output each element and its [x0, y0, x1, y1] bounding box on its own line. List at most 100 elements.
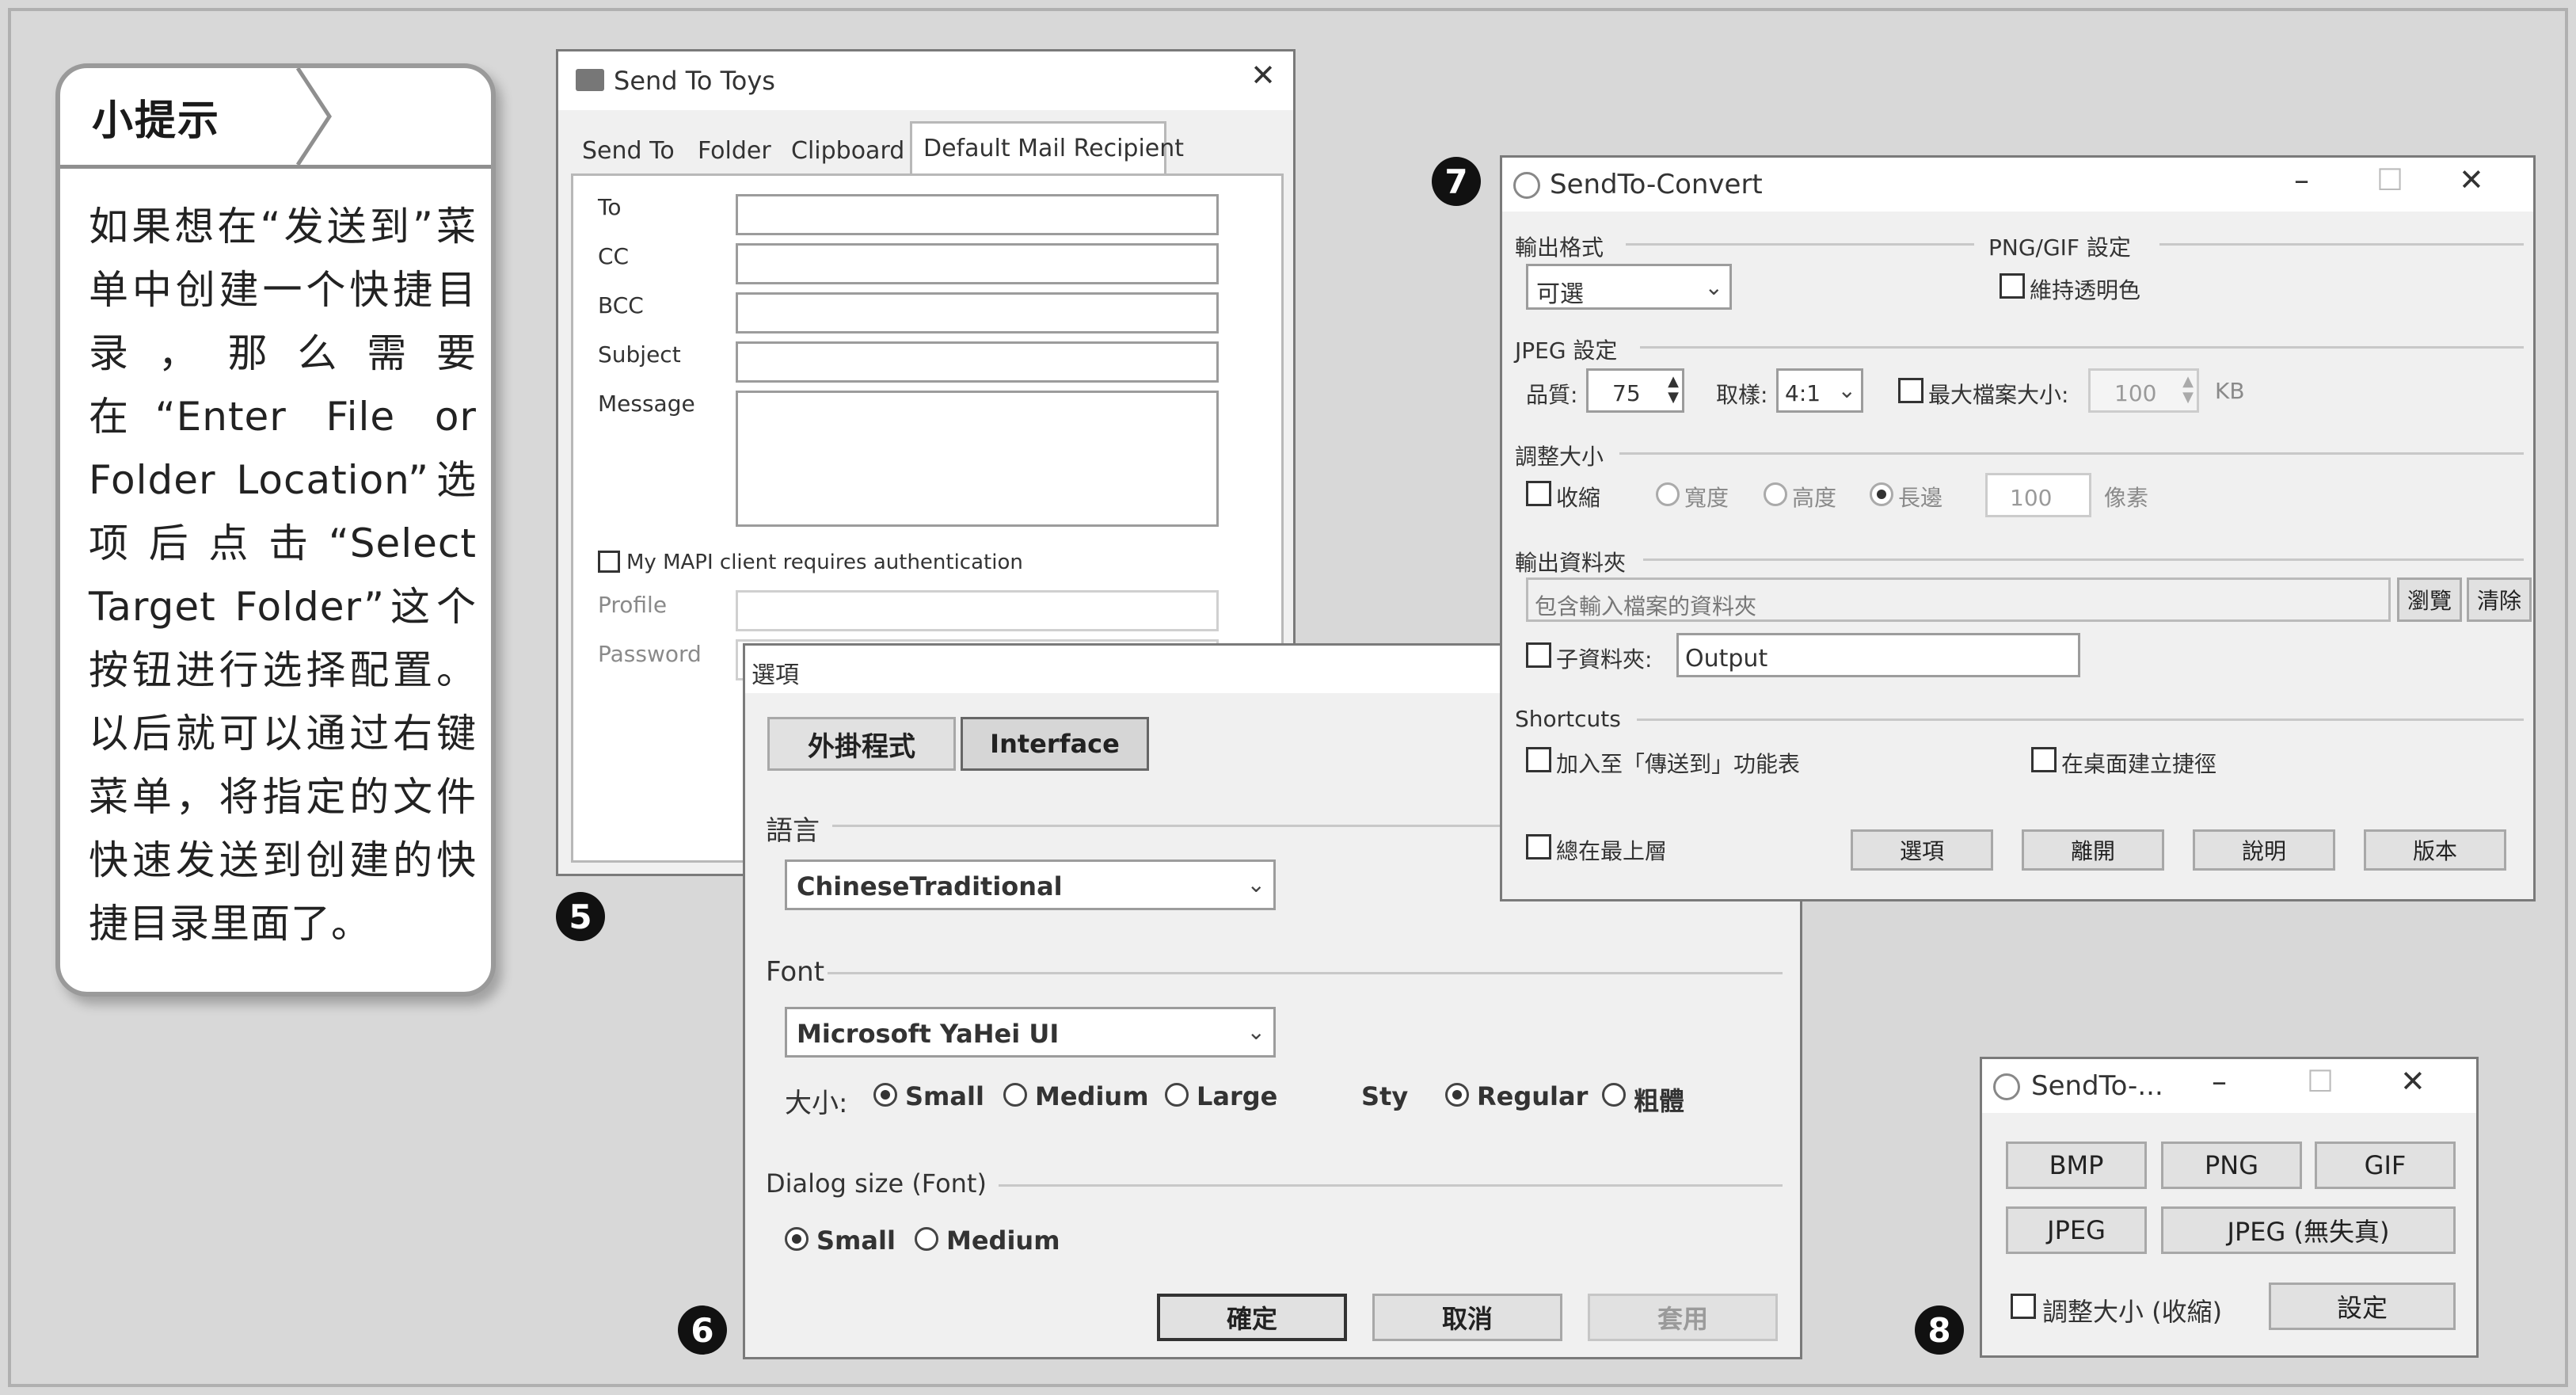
minimize-icon[interactable]: –: [2294, 162, 2309, 197]
stepper-arrows-icon[interactable]: ▲ ▼: [2182, 374, 2194, 406]
language-section-label: 語言: [766, 815, 820, 847]
cc-field[interactable]: [736, 243, 1219, 284]
always-on-top-label: 總在最上層: [1556, 838, 1668, 864]
style-bold-radio[interactable]: [1602, 1083, 1626, 1107]
window-title: SendTo-Convert: [1550, 169, 1763, 200]
resize-shrink-checkbox[interactable]: [2011, 1294, 2036, 1319]
png-button[interactable]: PNG: [2161, 1142, 2302, 1189]
subfolder-label: 子資料夾:: [1556, 646, 1653, 673]
quality-label: 品質:: [1526, 382, 1578, 408]
profile-field[interactable]: [736, 590, 1219, 631]
height-radio[interactable]: [1764, 482, 1787, 506]
resize-value: 100: [2010, 485, 2053, 511]
browse-button[interactable]: 瀏覽: [2397, 577, 2462, 622]
language-select[interactable]: ChineseTraditional ⌄: [785, 859, 1276, 910]
size-large-radio[interactable]: [1165, 1083, 1189, 1107]
clear-button[interactable]: 清除: [2467, 577, 2532, 622]
size-medium-radio[interactable]: [1003, 1083, 1027, 1107]
max-size-stepper[interactable]: 100 ▲ ▼: [2088, 368, 2199, 413]
mapi-auth-label: My MAPI client requires authentication: [626, 551, 1023, 574]
jpeg-button[interactable]: JPEG: [2006, 1206, 2147, 1254]
dialog-size-section-label: Dialog size (Font): [766, 1168, 987, 1199]
close-icon[interactable]: ✕: [2400, 1064, 2426, 1099]
tab-label: Default Mail Recipient: [923, 135, 1185, 162]
tip-title-chevron: [295, 68, 332, 165]
language-value: ChineseTraditional: [797, 871, 1063, 901]
message-label: Message: [598, 391, 695, 417]
dialog-small-radio[interactable]: [785, 1227, 809, 1251]
always-on-top-checkbox[interactable]: [1526, 834, 1551, 859]
longest-side-radio[interactable]: [1870, 482, 1893, 506]
bcc-field[interactable]: [736, 292, 1219, 334]
output-folder-field[interactable]: 包含輸入檔案的資料夾: [1526, 577, 2391, 622]
tip-body: 如果想在“发送到”菜单中创建一个快捷目录，那么需要在“Enter File or…: [89, 204, 477, 947]
resize-label: 調整大小: [1515, 444, 1604, 470]
jpeg-lossless-button[interactable]: JPEG (無失真): [2161, 1206, 2456, 1254]
font-divider: [828, 972, 1783, 974]
chevron-down-icon: ⌄: [1704, 274, 1723, 300]
dialog-medium-radio[interactable]: [915, 1227, 938, 1251]
help-button[interactable]: 說明: [2193, 829, 2335, 871]
cancel-label: 取消: [1441, 1304, 1493, 1334]
subject-field[interactable]: [736, 341, 1219, 383]
bmp-button[interactable]: BMP: [2006, 1142, 2147, 1189]
dialog-medium-label: Medium: [946, 1225, 1060, 1256]
mapi-auth-checkbox[interactable]: [598, 551, 620, 573]
tab-plugins[interactable]: 外掛程式: [767, 717, 956, 771]
marker-5: 5: [556, 892, 605, 941]
tab-strip: Send To Folder Clipboard Default Mail Re…: [571, 121, 1284, 175]
maximize-icon[interactable]: ☐: [2307, 1064, 2334, 1099]
version-button[interactable]: 版本: [2364, 829, 2506, 871]
width-radio[interactable]: [1656, 482, 1680, 506]
settings-button[interactable]: 設定: [2269, 1283, 2456, 1330]
ok-button[interactable]: 確定: [1157, 1294, 1347, 1341]
options-button[interactable]: 選項: [1851, 829, 1993, 871]
keep-transparent-checkbox[interactable]: [2000, 273, 2025, 299]
maximize-icon[interactable]: ☐: [2376, 162, 2403, 197]
app-icon: [1513, 172, 1540, 199]
title-bar: SendTo-Convert – ☐ ✕: [1502, 158, 2533, 212]
marker-7: 7: [1432, 157, 1481, 206]
cancel-button[interactable]: 取消: [1372, 1294, 1562, 1341]
app-icon: [576, 69, 604, 91]
tab-default-mail-recipient[interactable]: Default Mail Recipient: [910, 121, 1184, 175]
max-size-checkbox[interactable]: [1898, 378, 1923, 403]
tab-interface[interactable]: Interface: [961, 717, 1149, 771]
max-size-value: 100: [2114, 380, 2157, 406]
minimize-icon[interactable]: –: [2212, 1064, 2227, 1099]
longest-side-label: 長邊: [1898, 485, 1943, 511]
size-label: 大小:: [785, 1088, 848, 1119]
resize-value-field[interactable]: 100: [1985, 473, 2091, 517]
shrink-checkbox[interactable]: [1526, 481, 1551, 506]
dialog-size-divider: [999, 1184, 1783, 1187]
size-small-radio[interactable]: [873, 1083, 897, 1107]
png-gif-settings-label: PNG/GIF 設定: [1988, 234, 2131, 261]
format-select[interactable]: 可選 ⌄: [1526, 264, 1732, 310]
message-field[interactable]: [736, 391, 1219, 527]
to-field[interactable]: [736, 194, 1219, 235]
tab-folder[interactable]: Folder: [698, 137, 771, 165]
close-icon[interactable]: ✕: [1250, 58, 1276, 93]
quality-stepper[interactable]: 75 ▲ ▼: [1586, 368, 1684, 413]
subfolder-field[interactable]: Output: [1676, 633, 2080, 677]
exit-button[interactable]: 離開: [2022, 829, 2164, 871]
font-select[interactable]: Microsoft YaHei UI ⌄: [785, 1007, 1276, 1058]
max-size-label: 最大檔案大小:: [1928, 382, 2069, 408]
style-label: Sty: [1361, 1081, 1409, 1111]
apply-button[interactable]: 套用: [1588, 1294, 1778, 1341]
png-label: PNG: [2204, 1150, 2259, 1180]
close-icon[interactable]: ✕: [2459, 162, 2484, 197]
tab-send-to[interactable]: Send To: [582, 137, 675, 165]
sampling-select[interactable]: 4:1 ⌄: [1776, 368, 1863, 413]
size-small-label: Small: [905, 1081, 984, 1111]
tab-clipboard[interactable]: Clipboard: [791, 137, 904, 165]
sampling-label: 取樣:: [1716, 382, 1768, 408]
sendto-mini-window: SendTo-... – ☐ ✕ BMP PNG GIF JPEG JPEG (…: [1980, 1057, 2479, 1358]
subfolder-checkbox[interactable]: [1526, 642, 1551, 668]
desktop-shortcut-checkbox[interactable]: [2031, 747, 2057, 772]
style-regular-radio[interactable]: [1445, 1083, 1469, 1107]
png-gif-divider: [2159, 243, 2524, 246]
stepper-arrows-icon[interactable]: ▲ ▼: [1668, 374, 1679, 406]
add-sendto-checkbox[interactable]: [1526, 747, 1551, 772]
gif-button[interactable]: GIF: [2315, 1142, 2456, 1189]
